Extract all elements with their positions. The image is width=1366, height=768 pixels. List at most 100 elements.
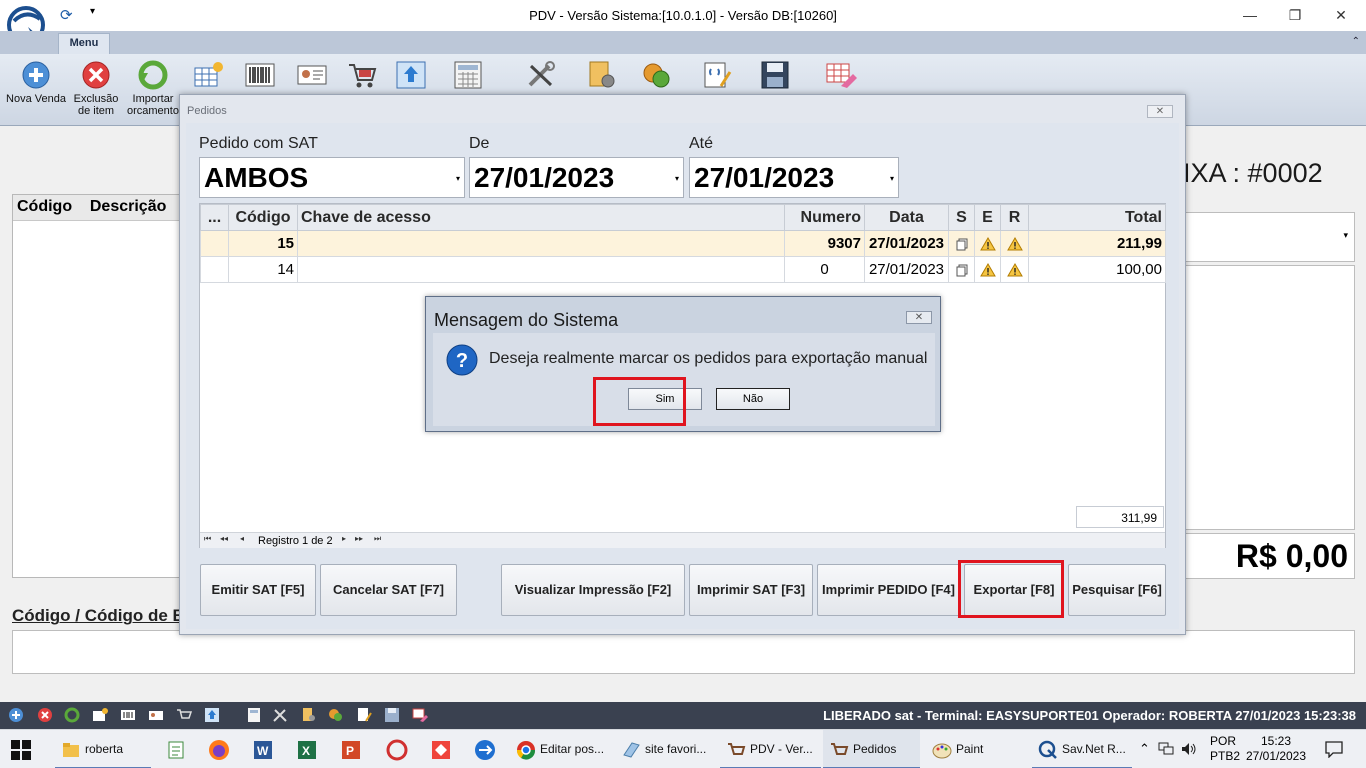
cell-e[interactable] xyxy=(974,230,1001,257)
barcode-icon[interactable] xyxy=(120,707,136,723)
importar-orcamento-button[interactable]: Importar orcamento xyxy=(126,60,180,117)
save-icon[interactable] xyxy=(759,60,791,90)
save-icon[interactable] xyxy=(384,707,400,723)
taskbar-item-chrome[interactable]: Editar pos... xyxy=(510,730,613,768)
nav-prev-button[interactable]: ◂ xyxy=(240,534,244,543)
imprimir-sat-button[interactable]: Imprimir SAT [F3] xyxy=(689,564,813,616)
windows-start-icon[interactable] xyxy=(10,739,32,761)
nav-prev-page-button[interactable]: ◂◂ xyxy=(220,534,228,543)
calculator-icon[interactable] xyxy=(452,60,484,90)
plus-icon[interactable] xyxy=(8,707,24,723)
visualizar-impressao-button[interactable]: Visualizar Impressão [F2] xyxy=(501,564,685,616)
table-row[interactable]: 14 0 27/01/2023 100,00 xyxy=(200,256,1166,283)
col-descricao[interactable]: Descrição xyxy=(90,198,167,215)
calculator-icon[interactable] xyxy=(246,707,262,723)
col-sel[interactable]: ... xyxy=(200,204,229,231)
col-s[interactable]: S xyxy=(948,204,975,231)
imprimir-pedido-button[interactable]: Imprimir PEDIDO [F4] xyxy=(817,564,960,616)
notepad-icon[interactable] xyxy=(166,740,186,760)
tools-icon[interactable] xyxy=(525,60,557,90)
pesquisar-button[interactable]: Pesquisar [F6] xyxy=(1068,564,1166,616)
taskbar-item-pdv[interactable]: PDV - Ver... xyxy=(720,730,821,768)
barcode-icon[interactable] xyxy=(244,60,276,90)
powerpoint-icon[interactable]: P xyxy=(340,739,362,761)
eraser-table-icon[interactable] xyxy=(412,707,428,723)
row-selector[interactable] xyxy=(200,230,229,257)
word-icon[interactable]: W xyxy=(252,739,274,761)
grid-star-icon[interactable] xyxy=(193,60,225,90)
clock[interactable]: 15:23 27/01/2023 xyxy=(1244,734,1308,764)
de-date-picker[interactable]: 27/01/2023 ▾ xyxy=(469,157,684,198)
ribbon-collapse-icon[interactable]: ⌃ xyxy=(1352,36,1360,47)
col-e[interactable]: E xyxy=(974,204,1001,231)
anydesk-icon[interactable] xyxy=(430,739,452,761)
message-close-button[interactable]: ✕ xyxy=(906,311,932,324)
close-button[interactable]: ✕ xyxy=(1326,4,1356,26)
nao-button[interactable]: Não xyxy=(716,388,790,410)
import-icon[interactable] xyxy=(64,707,80,723)
coins-icon[interactable] xyxy=(641,60,673,90)
col-r[interactable]: R xyxy=(1000,204,1029,231)
language-indicator[interactable]: POR PTB2 xyxy=(1210,734,1240,764)
notification-icon[interactable] xyxy=(1325,741,1343,758)
exclusao-item-button[interactable]: Exclusão de item xyxy=(70,60,122,117)
col-chave[interactable]: Chave de acesso xyxy=(297,204,785,231)
emitir-sat-button[interactable]: Emitir SAT [F5] xyxy=(200,564,316,616)
grid-star-icon[interactable] xyxy=(92,707,108,723)
tools-icon[interactable] xyxy=(272,707,288,723)
tray-expand-icon[interactable]: ⌃ xyxy=(1139,741,1150,757)
firefox-icon[interactable] xyxy=(208,739,230,761)
cell-r[interactable] xyxy=(1000,230,1029,257)
eraser-table-icon[interactable] xyxy=(825,60,857,90)
chevron-down-icon[interactable]: ▾ xyxy=(456,174,460,183)
tab-menu[interactable]: Menu xyxy=(58,33,110,54)
network-icon[interactable] xyxy=(1158,742,1174,756)
minimize-button[interactable]: — xyxy=(1235,4,1265,26)
document-settings-icon[interactable] xyxy=(586,60,618,90)
excel-icon[interactable]: X xyxy=(296,739,318,761)
nav-next-page-button[interactable]: ▸▸ xyxy=(355,534,363,543)
codigo-input[interactable] xyxy=(12,630,1355,674)
cell-s[interactable] xyxy=(948,230,975,257)
upload-icon[interactable] xyxy=(204,707,220,723)
col-data[interactable]: Data xyxy=(864,204,949,231)
ccleaner-icon[interactable] xyxy=(386,739,408,761)
cell-r[interactable] xyxy=(1000,256,1029,283)
coins-icon[interactable] xyxy=(328,707,344,723)
cart-icon[interactable] xyxy=(176,707,192,723)
taskbar-item-pedidos[interactable]: Pedidos xyxy=(823,730,920,768)
items-grid[interactable]: Código Descrição xyxy=(12,194,182,578)
id-card-icon[interactable] xyxy=(148,707,164,723)
upload-icon[interactable] xyxy=(395,60,427,90)
volume-icon[interactable] xyxy=(1180,741,1198,757)
teamviewer-icon[interactable] xyxy=(474,739,496,761)
cancelar-sat-button[interactable]: Cancelar SAT [F7] xyxy=(320,564,457,616)
nav-last-button[interactable]: ⏭ xyxy=(374,534,381,544)
col-total[interactable]: Total xyxy=(1028,204,1166,231)
taskbar-item-paint[interactable]: Paint xyxy=(926,730,1026,768)
cell-e[interactable] xyxy=(974,256,1001,283)
col-numero[interactable]: Numero xyxy=(784,204,865,231)
table-row[interactable]: 15 9307 27/01/2023 211,99 xyxy=(200,230,1166,257)
chevron-down-icon[interactable]: ▾ xyxy=(890,174,894,183)
taskbar-item-savnet[interactable]: Sav.Net R... xyxy=(1032,730,1132,768)
right-combo[interactable]: ▾ xyxy=(1185,212,1355,262)
delete-icon[interactable] xyxy=(37,707,53,723)
nav-next-button[interactable]: ▸ xyxy=(342,534,346,543)
sat-filter-select[interactable]: AMBOS ▾ xyxy=(199,157,465,198)
col-codigo[interactable]: Código xyxy=(17,198,72,215)
cell-s[interactable] xyxy=(948,256,975,283)
chevron-down-icon[interactable]: ▾ xyxy=(675,174,679,183)
chevron-down-icon[interactable]: ▾ xyxy=(1343,230,1348,241)
document-settings-icon[interactable] xyxy=(300,707,316,723)
nova-venda-button[interactable]: Nova Venda xyxy=(5,60,67,105)
cart-icon[interactable] xyxy=(346,60,378,90)
taskbar-item-explorer[interactable]: roberta xyxy=(55,730,151,768)
script-edit-icon[interactable] xyxy=(356,707,372,723)
ate-date-picker[interactable]: 27/01/2023 ▾ xyxy=(689,157,899,198)
taskbar-item-notepad[interactable]: site favori... xyxy=(615,730,718,768)
id-card-icon[interactable] xyxy=(296,60,328,90)
pedidos-close-button[interactable]: ✕ xyxy=(1147,105,1173,118)
script-edit-icon[interactable] xyxy=(701,60,733,90)
nav-first-button[interactable]: ⏮ xyxy=(204,534,211,544)
